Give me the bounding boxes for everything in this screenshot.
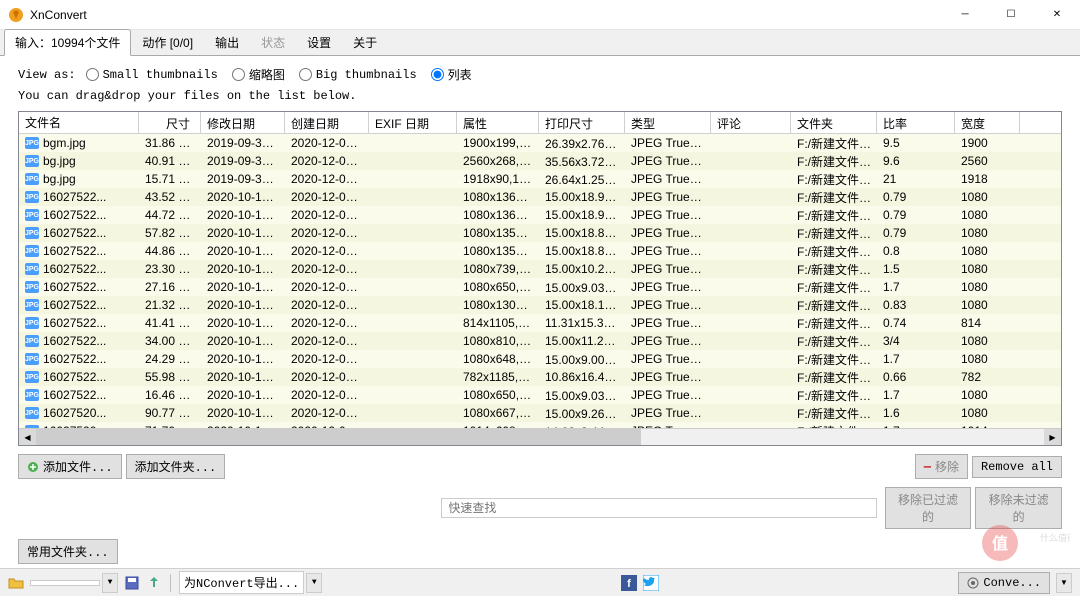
table-row[interactable]: JPG16027522...24.29 KB2020-10-15 1...202… bbox=[19, 350, 1061, 368]
table-row[interactable]: JPGbg.jpg15.71 KB2019-09-30 2...2020-12-… bbox=[19, 170, 1061, 188]
tabs: 输入：10994个文件 动作 [0/0] 输出 状态 设置 关于 bbox=[0, 30, 1080, 56]
jpg-icon: JPG bbox=[25, 371, 39, 383]
minimize-button[interactable]: ─ bbox=[942, 0, 988, 30]
jpg-icon: JPG bbox=[25, 137, 39, 149]
radio-list[interactable]: 列表 bbox=[431, 66, 472, 83]
table-row[interactable]: JPG16027520...90.77 KB2020-10-15 1...202… bbox=[19, 404, 1061, 422]
share-icon[interactable] bbox=[146, 575, 162, 591]
table-row[interactable]: JPG16027522...34.00 KB2020-10-15 1...202… bbox=[19, 332, 1061, 350]
col-name[interactable]: 文件名 bbox=[19, 112, 139, 133]
add-folder-button[interactable]: 添加文件夹... bbox=[126, 454, 226, 479]
minus-icon: — bbox=[924, 460, 931, 474]
tab-about[interactable]: 关于 bbox=[342, 29, 388, 56]
export-combo[interactable]: 为NConvert导出...▼ bbox=[179, 571, 322, 594]
table-row[interactable]: JPG16027522...41.41 KB2020-10-15 1...202… bbox=[19, 314, 1061, 332]
table-row[interactable]: JPGbg.jpg40.91 KB2019-09-30 2...2020-12-… bbox=[19, 152, 1061, 170]
statusbar: ▼ 为NConvert导出...▼ f Conve... ▼ bbox=[0, 568, 1080, 596]
jpg-icon: JPG bbox=[25, 227, 39, 239]
scroll-thumb[interactable] bbox=[36, 429, 641, 446]
jpg-icon: JPG bbox=[25, 353, 39, 365]
scroll-right-arrow[interactable]: ▶ bbox=[1044, 429, 1061, 446]
jpg-icon: JPG bbox=[25, 191, 39, 203]
tab-input[interactable]: 输入：10994个文件 bbox=[4, 29, 131, 56]
jpg-icon: JPG bbox=[25, 281, 39, 293]
view-as-label: View as: bbox=[18, 68, 76, 82]
tab-settings[interactable]: 设置 bbox=[296, 29, 342, 56]
table-row[interactable]: JPG16027522...23.30 KB2020-10-15 1...202… bbox=[19, 260, 1061, 278]
jpg-icon: JPG bbox=[25, 389, 39, 401]
table-row[interactable]: JPG16027522...21.32 KB2020-10-15 1...202… bbox=[19, 296, 1061, 314]
table-row[interactable]: JPG16027522...27.16 KB2020-10-15 1...202… bbox=[19, 278, 1061, 296]
table-row[interactable]: JPG16027522...44.72 KB2020-10-15 1...202… bbox=[19, 206, 1061, 224]
col-ratio[interactable]: 比率 bbox=[877, 112, 955, 133]
table-row[interactable]: JPG16027522...55.98 KB2020-10-15 1...202… bbox=[19, 368, 1061, 386]
file-table: 文件名 尺寸 修改日期 创建日期 EXIF 日期 属性 打印尺寸 类型 评论 文… bbox=[18, 111, 1062, 446]
col-print[interactable]: 打印尺寸 bbox=[539, 112, 625, 133]
remove-filtered-button[interactable]: 移除已过滤的 bbox=[885, 487, 972, 529]
gear-icon bbox=[967, 577, 979, 589]
twitter-icon[interactable] bbox=[643, 575, 659, 591]
open-folder-icon[interactable] bbox=[8, 575, 24, 591]
convert-dropdown[interactable]: ▼ bbox=[1056, 573, 1072, 593]
col-type[interactable]: 类型 bbox=[625, 112, 711, 133]
col-comment[interactable]: 评论 bbox=[711, 112, 791, 133]
radio-thumbnails[interactable]: 缩略图 bbox=[232, 66, 285, 83]
view-as-row: View as: Small thumbnails 缩略图 Big thumbn… bbox=[18, 66, 1062, 83]
close-button[interactable]: ✕ bbox=[1034, 0, 1080, 30]
table-row[interactable]: JPG16027522...43.52 KB2020-10-15 1...202… bbox=[19, 188, 1061, 206]
table-row[interactable]: JPGbgm.jpg31.86 KB2019-09-30 2...2020-12… bbox=[19, 134, 1061, 152]
col-exif[interactable]: EXIF 日期 bbox=[369, 112, 457, 133]
table-row[interactable]: JPG16027522...57.82 KB2020-10-15 1...202… bbox=[19, 224, 1061, 242]
add-files-button[interactable]: 添加文件... bbox=[18, 454, 122, 479]
col-size[interactable]: 尺寸 bbox=[139, 112, 201, 133]
jpg-icon: JPG bbox=[25, 407, 39, 419]
table-row[interactable]: JPG16027522...44.86 KB2020-10-15 1...202… bbox=[19, 242, 1061, 260]
col-mdate[interactable]: 修改日期 bbox=[201, 112, 285, 133]
remove-unfiltered-button[interactable]: 移除未过滤的 bbox=[975, 487, 1062, 529]
convert-button[interactable]: Conve... bbox=[958, 572, 1050, 594]
remove-all-button[interactable]: Remove all bbox=[972, 456, 1062, 478]
jpg-icon: JPG bbox=[25, 335, 39, 347]
titlebar: XnConvert ─ ☐ ✕ bbox=[0, 0, 1080, 30]
radio-big-thumbnails[interactable]: Big thumbnails bbox=[299, 68, 417, 82]
table-header: 文件名 尺寸 修改日期 创建日期 EXIF 日期 属性 打印尺寸 类型 评论 文… bbox=[19, 112, 1061, 134]
col-folder[interactable]: 文件夹 bbox=[791, 112, 877, 133]
plus-icon bbox=[27, 461, 39, 473]
table-row[interactable]: JPG16027522...16.46 KB2020-10-15 1...202… bbox=[19, 386, 1061, 404]
jpg-icon: JPG bbox=[25, 299, 39, 311]
jpg-icon: JPG bbox=[25, 317, 39, 329]
preset-combo[interactable]: ▼ bbox=[30, 573, 118, 593]
maximize-button[interactable]: ☐ bbox=[988, 0, 1034, 30]
col-attr[interactable]: 属性 bbox=[457, 112, 539, 133]
common-folder-button[interactable]: 常用文件夹... bbox=[18, 539, 118, 564]
col-cdate[interactable]: 创建日期 bbox=[285, 112, 369, 133]
save-icon[interactable] bbox=[124, 575, 140, 591]
horizontal-scrollbar[interactable]: ◀ ▶ bbox=[19, 428, 1061, 445]
jpg-icon: JPG bbox=[25, 263, 39, 275]
remove-button[interactable]: — 移除 bbox=[915, 454, 968, 479]
svg-text:f: f bbox=[627, 578, 631, 590]
scroll-left-arrow[interactable]: ◀ bbox=[19, 429, 36, 446]
tab-actions[interactable]: 动作 [0/0] bbox=[131, 29, 204, 56]
radio-small-thumbnails[interactable]: Small thumbnails bbox=[86, 68, 218, 82]
col-width[interactable]: 宽度 bbox=[955, 112, 1020, 133]
drop-hint: You can drag&drop your files on the list… bbox=[18, 89, 1062, 103]
jpg-icon: JPG bbox=[25, 209, 39, 221]
tab-status[interactable]: 状态 bbox=[250, 29, 296, 56]
jpg-icon: JPG bbox=[25, 173, 39, 185]
search-input[interactable] bbox=[441, 498, 876, 518]
app-icon bbox=[8, 7, 24, 23]
table-body[interactable]: JPGbgm.jpg31.86 KB2019-09-30 2...2020-12… bbox=[19, 134, 1061, 428]
facebook-icon[interactable]: f bbox=[621, 575, 637, 591]
jpg-icon: JPG bbox=[25, 155, 39, 167]
jpg-icon: JPG bbox=[25, 245, 39, 257]
tab-output[interactable]: 输出 bbox=[204, 29, 250, 56]
window-title: XnConvert bbox=[30, 8, 942, 22]
